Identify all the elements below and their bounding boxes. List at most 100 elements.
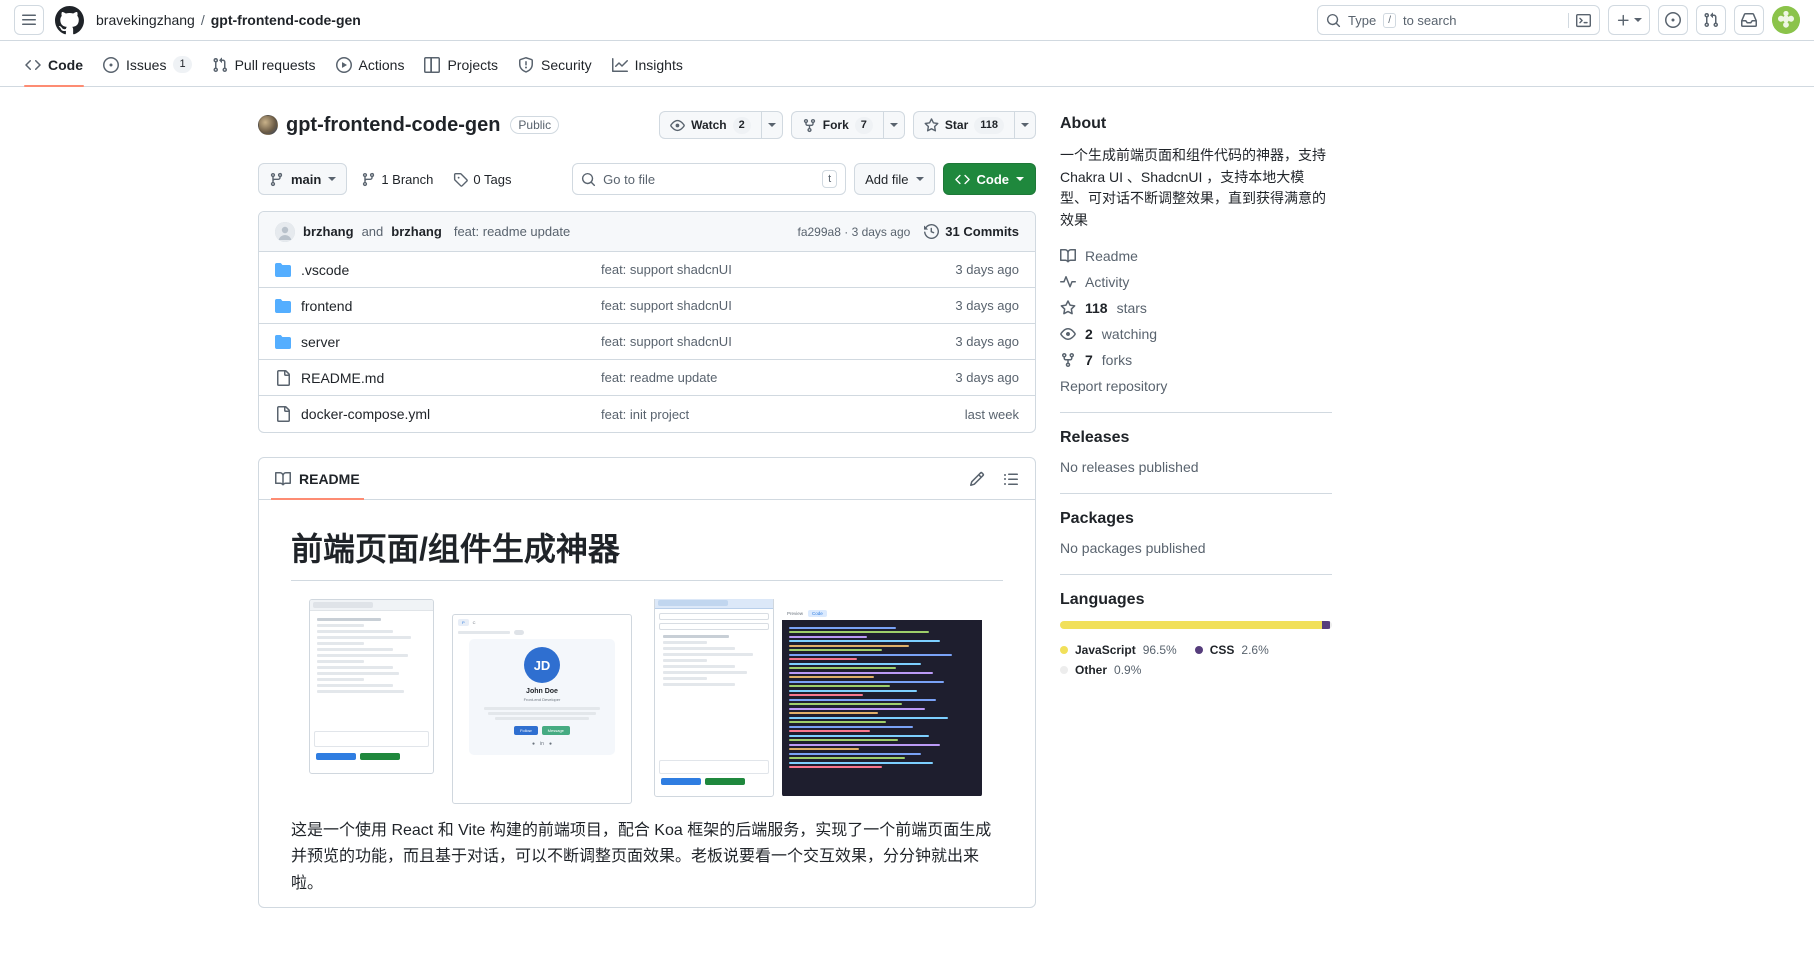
star-button[interactable]: Star 118 (912, 111, 1014, 139)
tab-insights[interactable]: Insights (603, 51, 692, 79)
breadcrumb-repo[interactable]: gpt-frontend-code-gen (211, 12, 361, 28)
packages-title: Packages (1060, 509, 1134, 527)
sidebar-item-activity[interactable]: Activity (1060, 274, 1332, 290)
branch-selector[interactable]: main (258, 163, 348, 195)
latest-commit-bar: brzhang and brzhang feat: readme update … (259, 212, 1035, 252)
repository-nav: Code Issues 1 Pull requests Actions Proj… (0, 41, 1814, 87)
tab-projects[interactable]: Projects (415, 51, 507, 79)
table-row[interactable]: server feat: support shadcnUI 3 days ago (259, 324, 1035, 360)
tags-link[interactable]: 0 Tags (447, 172, 517, 187)
language-item-javascript[interactable]: JavaScript 96.5% (1060, 643, 1177, 657)
sidebar-item-readme[interactable]: Readme (1060, 248, 1332, 264)
sidebar-watching-count: 2 (1085, 325, 1093, 342)
table-row[interactable]: .vscode feat: support shadcnUI 3 days ag… (259, 252, 1035, 288)
repo-name[interactable]: gpt-frontend-code-gen (286, 114, 500, 137)
file-name[interactable]: docker-compose.yml (301, 406, 601, 422)
language-item-css[interactable]: CSS 2.6% (1194, 643, 1269, 657)
about-description: 一个生成前端页面和组件代码的神器，支持Chakra UI 、ShadcnUI ，… (1060, 147, 1326, 229)
file-age: 3 days ago (955, 262, 1019, 277)
file-name[interactable]: server (301, 334, 601, 350)
issues-icon[interactable] (1658, 5, 1688, 35)
report-repository-link[interactable]: Report repository (1060, 378, 1332, 394)
eye-icon (1060, 326, 1076, 342)
file-commit-message[interactable]: feat: support shadcnUI (601, 262, 955, 277)
commit-author[interactable]: brzhang (303, 224, 354, 239)
pull-requests-icon[interactable] (1696, 5, 1726, 35)
folder-icon (275, 298, 301, 314)
watch-button[interactable]: Watch 2 (659, 111, 761, 139)
list-unordered-icon[interactable] (1003, 471, 1019, 487)
commit-message[interactable]: feat: readme update (454, 224, 570, 239)
screenshot-settings-llm[interactable] (654, 599, 774, 797)
sidebar-item-forks[interactable]: 7 forks (1060, 352, 1332, 368)
tab-readme[interactable]: README (271, 458, 364, 500)
file-age: 3 days ago (955, 370, 1019, 385)
commit-and-label: and (361, 224, 384, 239)
screenshot-settings-panel[interactable] (309, 599, 434, 774)
sidebar-item-watching[interactable]: 2 watching (1060, 326, 1332, 342)
tab-issues[interactable]: Issues 1 (94, 50, 201, 79)
create-new-button[interactable] (1608, 5, 1650, 35)
go-to-file-input[interactable]: Go to file t (572, 163, 847, 195)
terminal-icon[interactable] (1568, 12, 1591, 28)
file-commit-message[interactable]: feat: readme update (601, 370, 955, 385)
history-icon (924, 224, 940, 239)
tab-pull-requests[interactable]: Pull requests (203, 51, 325, 79)
screenshot-code-editor[interactable]: Preview Code (782, 607, 982, 797)
table-row[interactable]: README.md feat: readme update 3 days ago (259, 360, 1035, 396)
commit-sha-and-time[interactable]: fa299a8 · 3 days ago (798, 225, 911, 239)
sidebar-item-stars[interactable]: 118 stars (1060, 300, 1332, 316)
language-item-other[interactable]: Other 0.9% (1060, 663, 1141, 677)
tab-code[interactable]: Code (16, 51, 92, 87)
tab-security[interactable]: Security (509, 51, 601, 79)
sidebar-stars-count: 118 (1085, 299, 1108, 316)
file-name[interactable]: frontend (301, 298, 601, 314)
table-row[interactable]: docker-compose.yml feat: init project la… (259, 396, 1035, 432)
language-bar-segment-javascript[interactable] (1060, 620, 1323, 629)
breadcrumb-owner[interactable]: bravekingzhang (96, 12, 195, 28)
shield-icon (518, 57, 534, 73)
readme-panel: README 前端页面/组件生成神器 P C JD John Doe Front… (258, 457, 1036, 909)
user-avatar[interactable] (1772, 6, 1800, 34)
sidebar-item-activity-label: Activity (1085, 273, 1130, 290)
pencil-icon[interactable] (969, 471, 985, 487)
add-file-button[interactable]: Add file (854, 163, 935, 195)
code-button[interactable]: Code (942, 163, 1036, 195)
branches-link[interactable]: 1 Branch (355, 172, 439, 187)
tab-insights-label: Insights (634, 57, 683, 73)
file-name[interactable]: .vscode (301, 262, 601, 278)
git-pull-request-icon (212, 57, 228, 73)
commits-history-link[interactable]: 31 Commits (924, 224, 1019, 239)
visibility-badge: Public (510, 116, 560, 134)
star-button-group: Star 118 (912, 111, 1036, 139)
star-dropdown-button[interactable] (1014, 111, 1036, 139)
screenshot-preview-card[interactable]: P C JD John Doe Front-end Developer Foll… (452, 614, 632, 804)
file-commit-message[interactable]: feat: support shadcnUI (601, 334, 955, 349)
breadcrumb: bravekingzhang / gpt-frontend-code-gen (96, 12, 361, 28)
commit-coauthor[interactable]: brzhang (391, 224, 442, 239)
language-bar-segment-other[interactable] (1329, 620, 1332, 629)
language-legend: JavaScript 96.5% CSS 2.6% Other 0.9% (1060, 643, 1332, 677)
hamburger-icon[interactable] (14, 5, 44, 35)
fork-dropdown-button[interactable] (882, 111, 905, 139)
language-bar-segment-css[interactable] (1322, 620, 1330, 629)
watch-dropdown-button[interactable] (760, 111, 783, 139)
search-placeholder-suffix: to search (1402, 12, 1457, 28)
table-row[interactable]: frontend feat: support shadcnUI 3 days a… (259, 288, 1035, 324)
breadcrumb-separator: / (200, 12, 205, 28)
inbox-icon[interactable] (1734, 5, 1764, 35)
tab-actions[interactable]: Actions (327, 51, 414, 79)
tag-icon (453, 172, 469, 187)
github-logo-icon[interactable] (54, 5, 84, 35)
file-name[interactable]: README.md (301, 370, 601, 386)
language-bar (1060, 620, 1332, 629)
file-commit-message[interactable]: feat: support shadcnUI (601, 298, 955, 313)
search-input[interactable]: Type / to search (1317, 5, 1600, 35)
file-commit-message[interactable]: feat: init project (601, 407, 965, 422)
repo-toolbar: main 1 Branch 0 Tags Go to file t Add fi… (258, 163, 1036, 195)
fork-button[interactable]: Fork 7 (790, 111, 883, 139)
language-color-dot (1060, 665, 1068, 674)
toolbar-right: Go to file t Add file Code (572, 163, 1036, 195)
language-name: Other (1075, 662, 1108, 677)
sidebar-item-forks-label: forks (1101, 351, 1133, 368)
